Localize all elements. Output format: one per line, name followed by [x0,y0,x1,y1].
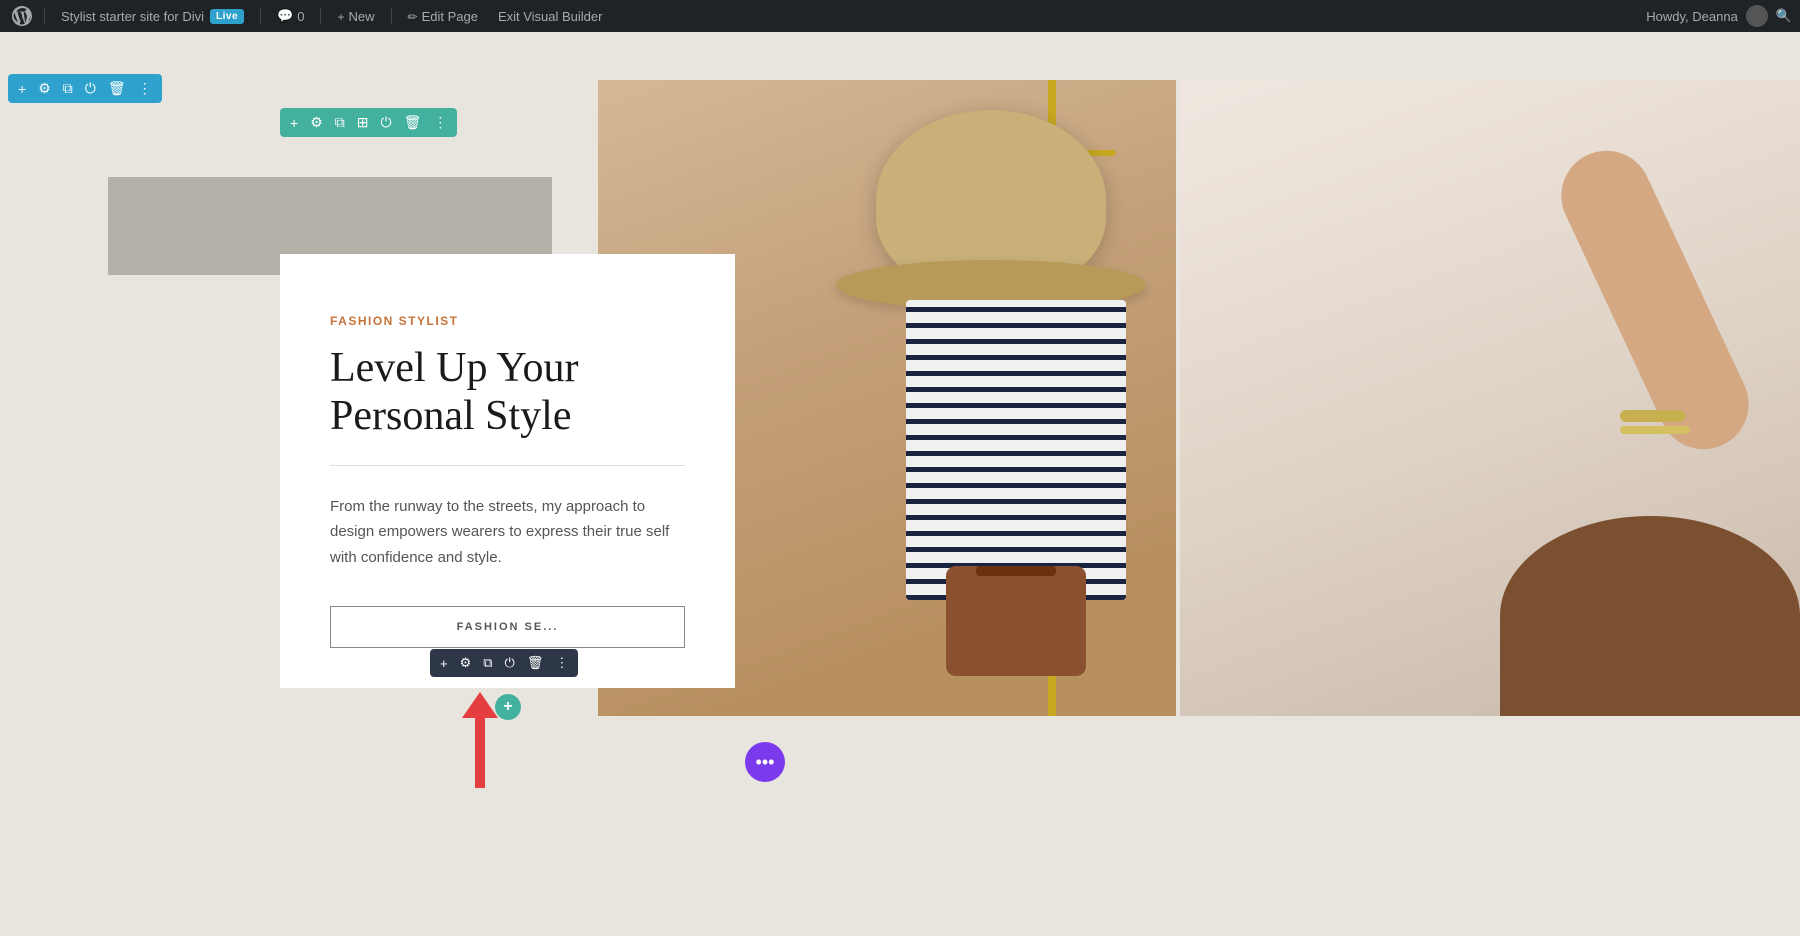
row-settings-icon[interactable] [310,114,323,131]
arrow-indicator [462,692,498,788]
new-label: New [348,9,374,24]
bracelet-2 [1620,426,1690,434]
body-text: From the runway to the streets, my appro… [330,494,685,571]
module-clone-icon[interactable]: ⧉ [483,655,492,671]
row-add-icon[interactable] [290,115,298,131]
comment-count: 0 [297,9,304,24]
row-dots-icon[interactable]: ⋮ [433,114,447,131]
section-power-icon[interactable]: ⏻ [85,80,96,97]
row-toolbar: ⧉ ⊞ ⏻ 🗑 ⋮ [280,108,457,137]
exit-label: Exit Visual Builder [498,9,603,24]
module-trash-icon[interactable]: 🗑 [527,655,544,671]
section-add-icon[interactable] [18,81,26,97]
user-greeting: Howdy, Deanna [1646,9,1738,24]
section-dots-icon[interactable]: ⋮ [138,80,152,97]
category-label: FASHION STYLIST [330,314,685,328]
striped-shirt [906,300,1126,600]
exit-visual-builder-link[interactable]: Exit Visual Builder [490,9,611,24]
row-trash-icon[interactable]: 🗑 [404,114,422,131]
module-power-icon[interactable]: ⏻ [505,655,515,671]
row-power-icon[interactable]: ⏻ [380,114,391,131]
module-toolbar: ⧉ ⏻ 🗑 ⋮ [430,649,578,677]
avatar[interactable] [1746,5,1768,27]
hair [1500,516,1800,716]
edit-label: Edit Page [422,9,478,24]
row-grid-icon[interactable]: ⊞ [357,114,369,131]
wordpress-icon[interactable] [8,2,36,30]
separator-3 [320,8,321,24]
divider [330,465,685,466]
section-settings-icon[interactable] [38,80,51,97]
section-clone-icon[interactable]: ⧉ [63,80,73,97]
site-name[interactable]: Stylist starter site for Divi Live [53,9,252,24]
canvas: ⧉ ⏻ 🗑 ⋮ ⧉ ⊞ ⏻ 🗑 ⋮ [0,32,1800,936]
brown-bag [946,566,1086,676]
separator [44,8,45,24]
module-dots-icon[interactable]: ⋮ [555,655,568,671]
comment-icon [277,8,293,24]
admin-bar-right: Howdy, Deanna [1646,5,1792,27]
admin-bar: Stylist starter site for Divi Live 0 New… [0,0,1800,32]
site-name-label: Stylist starter site for Divi [61,9,204,24]
live-badge: Live [210,9,244,24]
module-add-icon[interactable] [440,656,448,671]
arrow-up [462,692,498,788]
comment-link[interactable]: 0 [269,8,312,24]
separator-4 [391,8,392,24]
separator-2 [260,8,261,24]
section-trash-icon[interactable]: 🗑 [108,80,126,97]
more-dots-icon: ••• [756,752,775,773]
more-options-button[interactable]: ••• [745,742,785,782]
arrow-head [462,692,498,718]
right-image [1180,80,1800,716]
arrow-shaft [475,718,485,788]
content-card: FASHION STYLIST Level Up Your Personal S… [280,254,735,688]
edit-page-link[interactable]: Edit Page [400,9,486,24]
module-settings-icon[interactable] [460,655,472,671]
cta-button[interactable]: FASHION SE... [330,606,685,648]
cta-label: FASHION SE... [457,621,559,633]
search-icon[interactable] [1776,8,1792,24]
add-module-circle[interactable]: + [495,694,521,720]
row-clone-icon[interactable]: ⧉ [335,114,345,131]
edit-icon [408,9,418,24]
new-link[interactable]: New [329,9,382,24]
main-heading: Level Up Your Personal Style [330,344,685,441]
section-toolbar: ⧉ ⏻ 🗑 ⋮ [8,74,162,103]
bracelet [1620,410,1685,422]
new-plus-icon [337,9,344,24]
bag-strap [976,566,1056,576]
